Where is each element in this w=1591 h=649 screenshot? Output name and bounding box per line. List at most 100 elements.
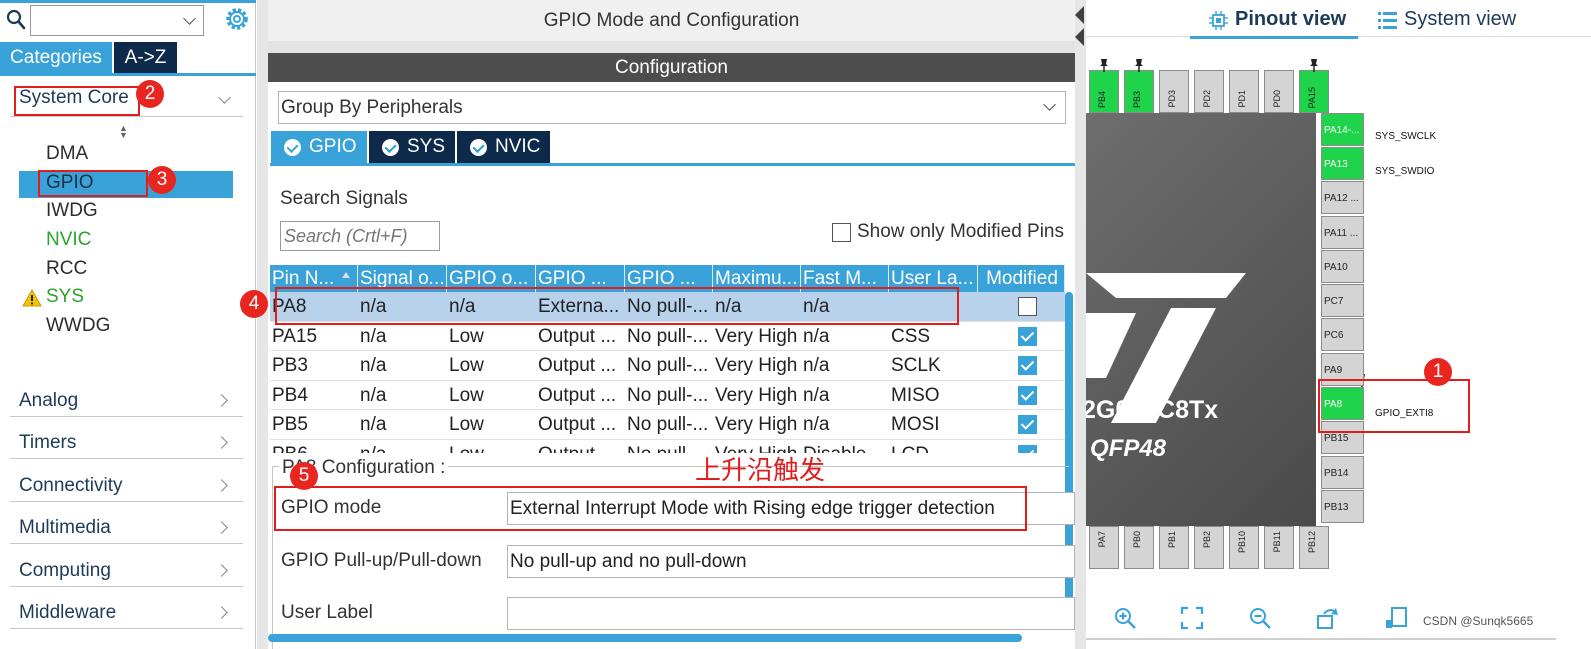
panel-title: GPIO Mode and Configuration (268, 0, 1075, 41)
pin-label: PB11 (1272, 531, 1282, 553)
search-signals-label: Search Signals (280, 188, 408, 209)
panel-splitter[interactable] (257, 0, 268, 649)
checked-checkbox[interactable] (1018, 415, 1037, 434)
category-connectivity[interactable]: Connectivity (19, 475, 123, 497)
show-only-modified-label[interactable]: Show only Modified Pins (857, 221, 1064, 243)
tab-gpio[interactable]: GPIO (271, 131, 367, 163)
table-cell-signal: n/a (360, 325, 387, 347)
column-header-modified[interactable]: Modified (978, 265, 1065, 292)
pin-pc7[interactable]: PC7 (1321, 284, 1364, 317)
category-middleware[interactable]: Middleware (19, 602, 116, 624)
system-core-item-sys[interactable]: SYS (46, 286, 84, 308)
chevron-right-icon[interactable] (215, 436, 228, 449)
table-row[interactable]: PB3 n/a Low Output ... No pull-... Very High n… (270, 351, 1065, 381)
table-cell-mode: Output ... (538, 325, 617, 347)
chevron-down-icon[interactable] (1043, 98, 1056, 111)
pin-pa12[interactable]: PA12 ... (1321, 181, 1364, 214)
zoom-out-icon[interactable] (1248, 606, 1272, 630)
flip-icon[interactable] (1384, 606, 1408, 630)
chevron-right-icon[interactable] (215, 564, 228, 577)
gear-icon[interactable] (224, 6, 250, 32)
spacer (268, 41, 1075, 53)
tab-categories[interactable]: Categories (0, 42, 112, 73)
table-row[interactable]: PA15 n/a Low Output ... No pull-... Very High… (270, 322, 1065, 351)
pin-pd3[interactable]: PD3 (1159, 70, 1189, 113)
table-row[interactable]: PB6n/aLowOutput ...No pull-...Very HighD… (270, 440, 1065, 454)
category-search-combobox[interactable] (30, 5, 204, 36)
table-cell-signal: n/a (358, 440, 447, 454)
category-multimedia[interactable]: Multimedia (19, 517, 111, 539)
pin-pd2[interactable]: PD2 (1194, 70, 1224, 113)
chevron-right-icon[interactable] (215, 606, 228, 619)
pin-pa7[interactable]: PA7 (1089, 526, 1119, 569)
collapse-left-icon[interactable] (1075, 28, 1084, 46)
system-core-item-nvic[interactable]: NVIC (46, 229, 91, 251)
chevron-right-icon[interactable] (215, 521, 228, 534)
search-icon[interactable] (6, 9, 26, 31)
checked-checkbox[interactable] (1018, 444, 1037, 453)
fit-to-screen-icon[interactable] (1180, 606, 1204, 630)
chevron-right-icon[interactable] (215, 394, 228, 407)
rotate-icon[interactable] (1316, 606, 1340, 630)
system-core-item-dma[interactable]: DMA (46, 143, 88, 165)
checked-checkbox[interactable] (1018, 356, 1037, 375)
pin-pb1[interactable]: PB1 (1159, 526, 1189, 569)
tab-pinout-view[interactable]: Pinout view (1209, 8, 1346, 31)
panel-splitter[interactable] (1075, 0, 1086, 649)
category-timers[interactable]: Timers (19, 432, 76, 454)
checked-checkbox[interactable] (1018, 326, 1037, 346)
chevron-down-icon[interactable] (218, 91, 231, 104)
tab-system-view[interactable]: System view (1404, 8, 1516, 31)
system-core-item-iwdg[interactable]: IWDG (46, 200, 98, 222)
pin-pc6[interactable]: PC6 (1321, 318, 1364, 351)
annotation-badge-3: 3 (148, 166, 176, 194)
table-row[interactable]: PB5 n/a Low Output ... No pull-... Very High n… (270, 410, 1065, 440)
pin-pb10[interactable]: PB10 (1229, 526, 1259, 569)
chevron-right-icon[interactable] (215, 479, 228, 492)
pin-pb12[interactable]: PB12 (1299, 526, 1329, 569)
pin-pa10[interactable]: PA10 (1321, 250, 1364, 283)
zoom-in-icon[interactable] (1113, 606, 1137, 630)
show-only-modified-checkbox[interactable] (832, 223, 851, 242)
tab-nvic[interactable]: NVIC (457, 131, 550, 163)
unchecked-checkbox[interactable] (1018, 297, 1037, 316)
horizontal-scrollbar[interactable] (268, 634, 1022, 642)
category-analog[interactable]: Analog (19, 390, 78, 412)
pin-pa13[interactable]: PA13 (1321, 147, 1364, 180)
pin-pb3[interactable]: PB3 (1124, 70, 1154, 113)
annotation-badge-4: 4 (240, 290, 268, 318)
group-by-select[interactable]: Group By Peripherals (278, 91, 1066, 124)
mcu-chip[interactable]: 2G030C8Tx QFP48 (1086, 113, 1316, 526)
table-cell-fast: n/a (803, 414, 830, 435)
pin-pb2[interactable]: PB2 (1194, 526, 1224, 569)
checked-checkbox[interactable] (1018, 385, 1037, 405)
pin-pd1[interactable]: PD1 (1229, 70, 1259, 113)
table-cell-output: Low (449, 414, 484, 435)
category-computing[interactable]: Computing (19, 560, 111, 582)
chevron-down-icon[interactable] (183, 12, 196, 25)
system-core-item-wwdg[interactable]: WWDG (46, 315, 110, 337)
pin-pb14[interactable]: PB14 (1321, 456, 1364, 489)
pin-pa11[interactable]: PA11 ... (1321, 216, 1364, 249)
search-signals-input[interactable] (280, 221, 440, 251)
pin-label: PB1 (1167, 531, 1177, 549)
sort-icon[interactable]: ▲ ▼ (119, 124, 128, 140)
table-row[interactable]: PB4 n/a Low Output ... No pull-... Very High n… (270, 381, 1065, 410)
table-cell-label: LCD (889, 440, 978, 454)
scrollbar-track (1086, 638, 1556, 640)
pin-pb13[interactable]: PB13 (1321, 490, 1364, 523)
divider (10, 543, 243, 544)
pin-pb11[interactable]: PB11 (1264, 526, 1294, 569)
pin-pb0[interactable]: PB0 (1124, 526, 1154, 569)
pin-pd0[interactable]: PD0 (1264, 70, 1294, 113)
tab-sys[interactable]: SYS (369, 131, 455, 163)
pin-pa15[interactable]: PA15 (1299, 70, 1329, 113)
pin-label: PA15 (1307, 86, 1317, 108)
system-core-item-rcc[interactable]: RCC (46, 258, 87, 280)
tab-a-to-z[interactable]: A->Z (114, 42, 177, 73)
gpio-pull-select[interactable]: No pull-up and no pull-down (507, 545, 1075, 578)
user-label-input[interactable] (507, 597, 1075, 630)
collapse-left-icon[interactable] (1075, 6, 1084, 24)
pin-pb4[interactable]: PB4 (1089, 70, 1119, 113)
pin-pa14[interactable]: PA14-... (1321, 113, 1364, 146)
